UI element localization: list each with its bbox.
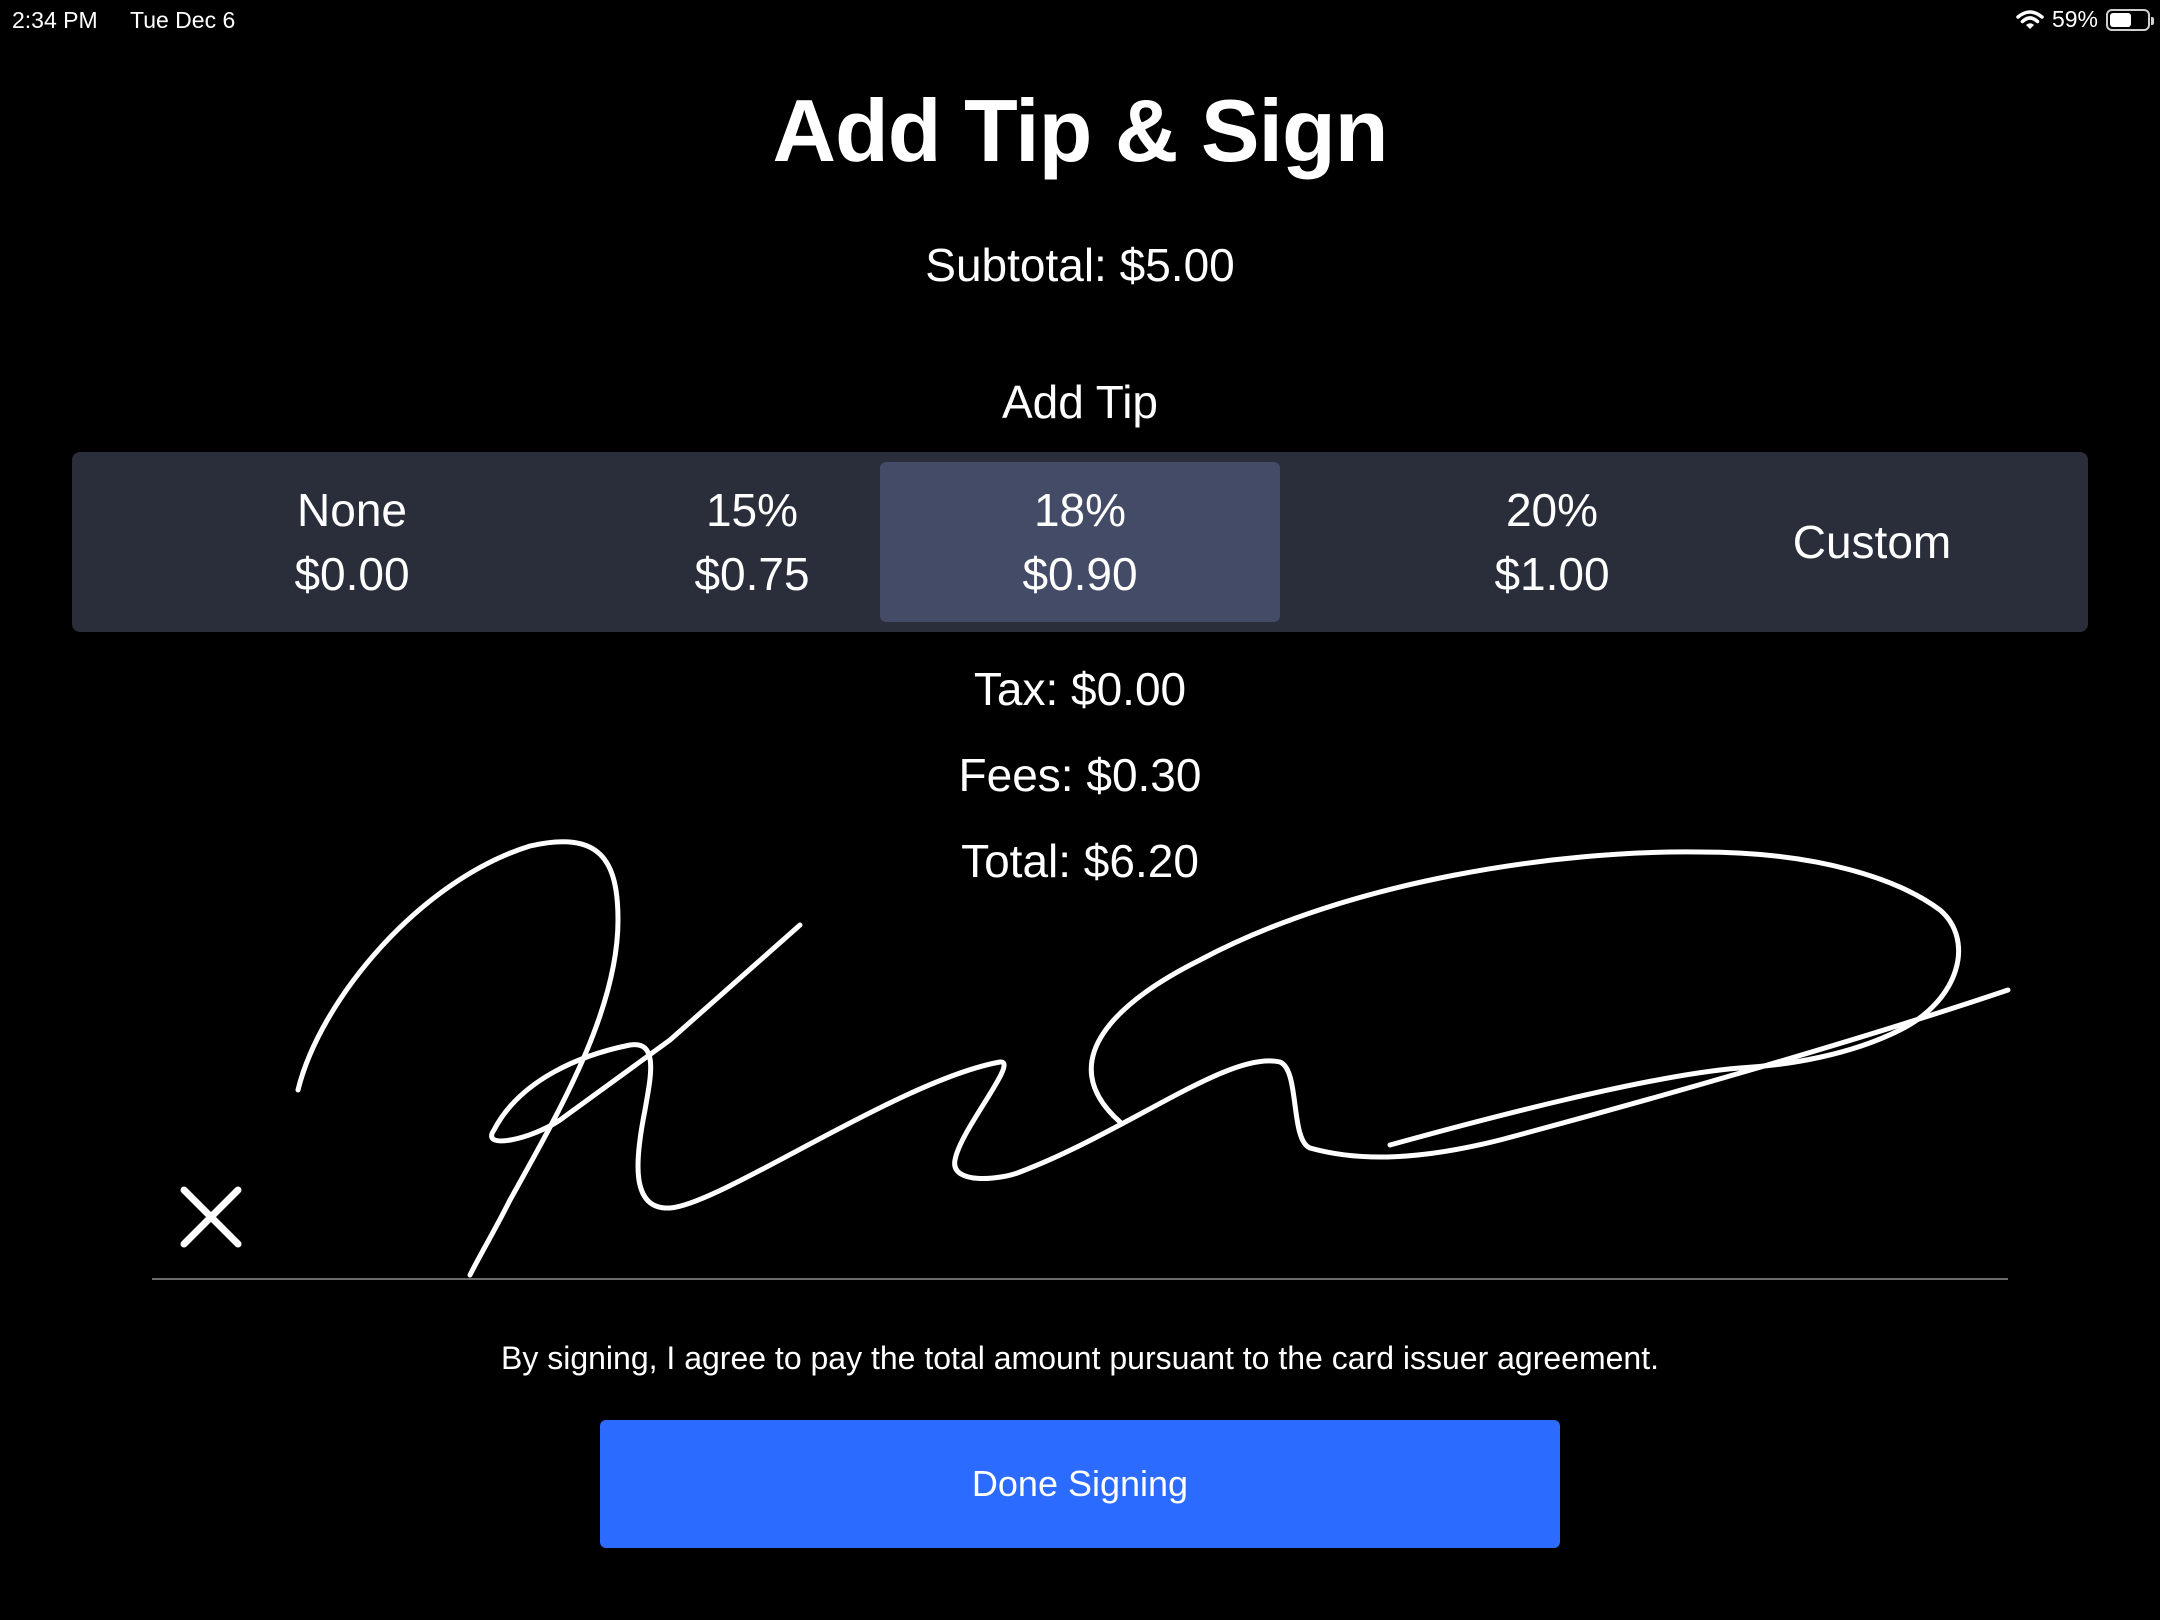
tip-option-label: None (297, 484, 407, 536)
tip-option-amount: $0.75 (694, 548, 810, 600)
subtotal-text: Subtotal: $5.00 (925, 239, 1235, 291)
tip-option-label: 18% (1033, 484, 1127, 536)
status-indicators: 59% (2016, 6, 2154, 33)
battery-percent: 59% (2051, 6, 2098, 32)
tip-option-none[interactable]: None $0.00 (152, 462, 552, 622)
signature-pad[interactable] (0, 820, 2160, 1300)
tip-option-custom[interactable]: Custom (1672, 462, 2072, 622)
tip-option-amount: $0.00 (294, 548, 410, 600)
battery-fill (2110, 12, 2132, 27)
signature-stroke (1088, 849, 1962, 1148)
status-bar: 2:34 PM Tue Dec 6 59% (0, 0, 2160, 40)
fees-text: Fees: $0.30 (958, 749, 1202, 801)
page-title: Add Tip & Sign (772, 81, 1389, 180)
status-date: Tue Dec 6 (130, 7, 236, 33)
tax-text: Tax: $0.00 (973, 663, 1187, 715)
signature-stroke (295, 839, 621, 1278)
tip-option-18[interactable]: 18% $0.90 (880, 462, 1280, 622)
battery-icon (2106, 8, 2154, 31)
tip-option-amount: $1.00 (1494, 548, 1610, 600)
tip-heading: Add Tip (1002, 376, 1158, 428)
tip-selector: None $0.00 15% $0.75 18% $0.90 20% $1.00… (72, 452, 2088, 632)
agreement-text: By signing, I agree to pay the total amo… (500, 1340, 1659, 1376)
done-signing-button[interactable]: Done Signing (600, 1420, 1560, 1548)
status-time: 2:34 PM (12, 7, 98, 33)
tip-option-amount: $0.90 (1022, 548, 1138, 600)
close-icon (180, 1186, 242, 1248)
signature-line (152, 1278, 2008, 1280)
battery-cap (2151, 16, 2154, 25)
tip-option-label: Custom (1792, 516, 1952, 568)
tip-option-label: 15% (705, 484, 799, 536)
tip-option-label: 20% (1505, 484, 1599, 536)
wifi-icon (2016, 9, 2044, 29)
tip-sign-screen: 2:34 PM Tue Dec 6 59% Add Tip & Sign Sub… (0, 0, 2160, 1620)
